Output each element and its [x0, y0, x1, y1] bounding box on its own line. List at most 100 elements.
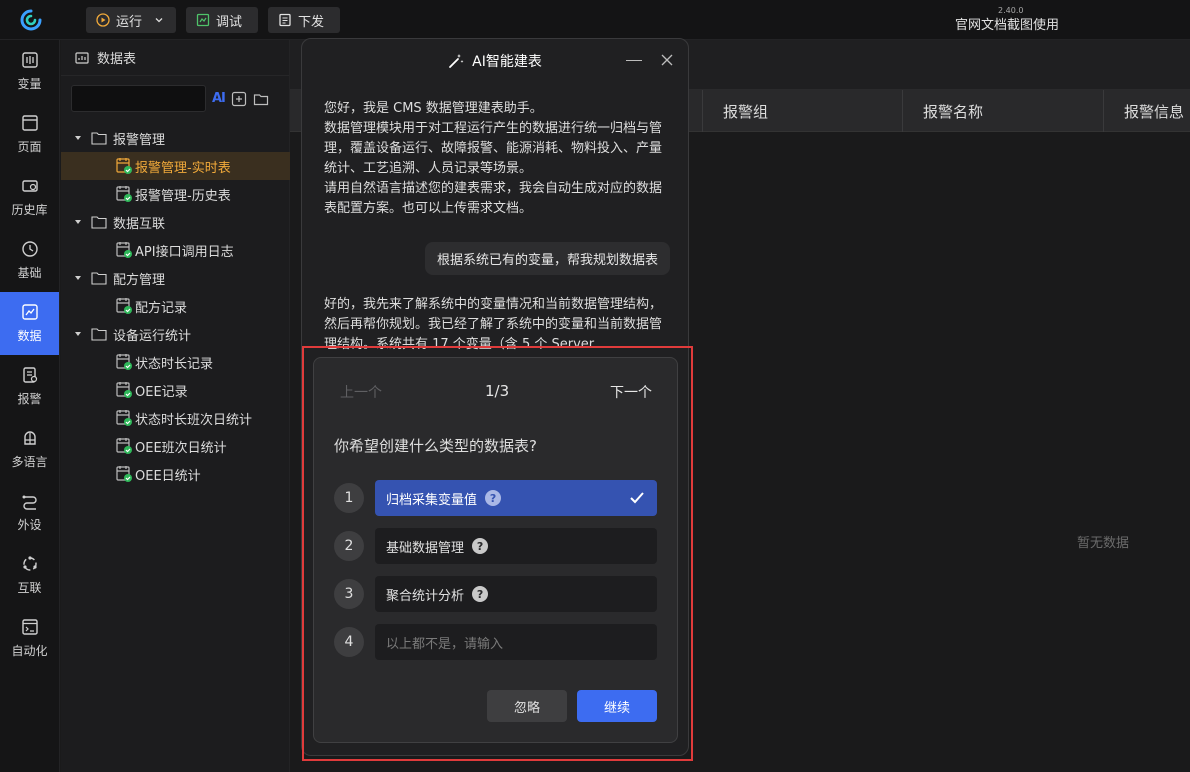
app-title: 官网文档截图使用 — [955, 18, 1060, 33]
option-box-selected[interactable]: 归档采集变量值 ? — [375, 480, 657, 516]
tree-folder-alarm[interactable]: 报警管理 — [61, 124, 290, 152]
nav-page[interactable]: 页面 — [0, 103, 59, 166]
run-label: 运行 — [116, 14, 143, 30]
option-basic[interactable]: 2 基础数据管理 ? — [334, 527, 657, 565]
nav-basic[interactable]: 基础 — [0, 229, 59, 292]
ignore-button[interactable]: 忽略 — [487, 690, 567, 722]
option-box[interactable]: 聚合统计分析 ? — [375, 576, 657, 612]
add-table-icon[interactable] — [231, 91, 247, 107]
nav-history[interactable]: 历史库 — [0, 166, 59, 229]
left-nav: 变量 页面 历史库 基础 数据 报警 多语言 外设 互联 自动化 — [0, 40, 60, 772]
table-ok-icon — [116, 382, 132, 398]
folder-icon — [91, 272, 107, 285]
variable-icon — [21, 52, 38, 68]
next-button[interactable]: 下一个 — [610, 382, 652, 402]
help-icon[interactable]: ? — [472, 538, 489, 554]
option-archive[interactable]: 1 归档采集变量值 ? — [334, 479, 657, 517]
add-folder-icon[interactable] — [253, 91, 269, 107]
tree-item-state-duration[interactable]: 状态时长记录 — [61, 348, 290, 376]
table-icon — [75, 51, 89, 64]
help-icon[interactable]: ? — [472, 586, 489, 602]
nav-connect[interactable]: 互联 — [0, 544, 59, 607]
debug-button[interactable]: 调试 — [186, 7, 258, 33]
close-icon[interactable] — [660, 53, 674, 67]
automation-icon — [21, 619, 38, 635]
table-ok-icon — [116, 466, 132, 482]
page-icon — [21, 115, 38, 131]
ai-panel-header: AI智能建表 — [302, 39, 688, 83]
tree-item-oee-record[interactable]: OEE记录 — [61, 376, 290, 404]
column-header-alarm-group[interactable]: 报警组 — [702, 90, 902, 132]
caret-down-icon[interactable] — [73, 133, 83, 143]
tree-item-alarm-realtime[interactable]: 报警管理-实时表 — [61, 152, 290, 180]
column-header-alarm-name[interactable]: 报警名称 — [902, 90, 1103, 132]
tree-search-row: AI — [71, 85, 269, 112]
table-ok-icon — [116, 158, 132, 174]
option-box[interactable]: 基础数据管理 ? — [375, 528, 657, 564]
help-icon[interactable]: ? — [485, 490, 502, 506]
tree-item-alarm-history[interactable]: 报警管理-历史表 — [61, 180, 290, 208]
app-logo-icon — [20, 9, 42, 31]
debug-icon — [196, 13, 210, 27]
tree-folder-data-connect[interactable]: 数据互联 — [61, 208, 290, 236]
language-icon — [23, 431, 36, 445]
table-ok-icon — [116, 298, 132, 314]
deploy-button[interactable]: 下发 — [268, 7, 340, 33]
column-header-alarm-info[interactable]: 报警信息 — [1103, 90, 1190, 132]
caret-down-icon[interactable] — [73, 273, 83, 283]
deploy-label: 下发 — [298, 14, 325, 30]
other-option-input[interactable]: 以上都不是，请输入 — [375, 624, 657, 660]
nav-automation[interactable]: 自动化 — [0, 607, 59, 670]
data-icon — [21, 304, 38, 320]
minimize-icon[interactable] — [626, 60, 642, 61]
ai-panel-title: AI智能建表 — [472, 54, 542, 70]
continue-button[interactable]: 继续 — [577, 690, 657, 722]
nav-language[interactable]: 多语言 — [0, 418, 59, 481]
chevron-down-icon[interactable] — [154, 15, 164, 25]
folder-icon — [91, 328, 107, 341]
alarm-icon — [22, 367, 37, 383]
option-number: 1 — [334, 483, 364, 513]
ai-create-button[interactable]: AI — [212, 91, 226, 106]
option-other[interactable]: 4 以上都不是，请输入 — [334, 623, 657, 661]
tree-folder-equipment-stats[interactable]: 设备运行统计 — [61, 320, 290, 348]
caret-down-icon[interactable] — [73, 329, 83, 339]
history-icon — [21, 180, 38, 192]
tree-item-api-log[interactable]: API接口调用日志 — [61, 236, 290, 264]
tree-item-recipe-record[interactable]: 配方记录 — [61, 292, 290, 320]
nav-data[interactable]: 数据 — [0, 292, 59, 355]
check-icon — [630, 492, 644, 504]
nav-alarm[interactable]: 报警 — [0, 355, 59, 418]
debug-label: 调试 — [216, 14, 243, 30]
nav-peripheral[interactable]: 外设 — [0, 481, 59, 544]
tree-folder-recipe[interactable]: 配方管理 — [61, 264, 290, 292]
table-ok-icon — [116, 438, 132, 454]
assistant-intro-line-3: 请用自然语言描述您的建表需求，我会自动生成对应的数据表配置方案。也可以上传需求文… — [324, 181, 663, 216]
tree-item-oee-day[interactable]: OEE日统计 — [61, 460, 290, 488]
page-indicator: 1/3 — [485, 382, 510, 400]
data-table-tree: 数据表 AI 报警管理 报警管理-实时表 报警管理-历史表 数据互联 API接口… — [61, 40, 290, 772]
play-icon — [96, 13, 110, 27]
folder-icon — [91, 216, 107, 229]
magic-wand-icon — [449, 54, 464, 68]
assistant-intro-line-1: 您好，我是 CMS 数据管理建表助手。 — [324, 101, 543, 116]
table-ok-icon — [116, 186, 132, 202]
deploy-icon — [279, 13, 291, 27]
option-number: 3 — [334, 579, 364, 609]
question-text: 你希望创建什么类型的数据表? — [334, 437, 537, 455]
basic-icon — [21, 241, 38, 257]
tree-item-state-shift-day[interactable]: 状态时长班次日统计 — [61, 404, 290, 432]
nav-variable[interactable]: 变量 — [0, 40, 59, 103]
option-aggregate[interactable]: 3 聚合统计分析 ? — [334, 575, 657, 613]
run-button[interactable]: 运行 — [86, 7, 176, 33]
folder-icon — [91, 132, 107, 145]
table-ok-icon — [116, 410, 132, 426]
tree-item-oee-shift-day[interactable]: OEE班次日统计 — [61, 432, 290, 460]
empty-state: 暂无数据 — [1077, 536, 1130, 551]
tree-header: 数据表 — [61, 40, 289, 76]
option-number: 2 — [334, 531, 364, 561]
prev-button[interactable]: 上一个 — [340, 382, 382, 402]
tree-search-input[interactable] — [71, 85, 206, 112]
assistant-intro-line-2: 数据管理模块用于对工程运行产生的数据进行统一归档与管理，覆盖设备运行、故障报警、… — [324, 121, 663, 176]
caret-down-icon[interactable] — [73, 217, 83, 227]
